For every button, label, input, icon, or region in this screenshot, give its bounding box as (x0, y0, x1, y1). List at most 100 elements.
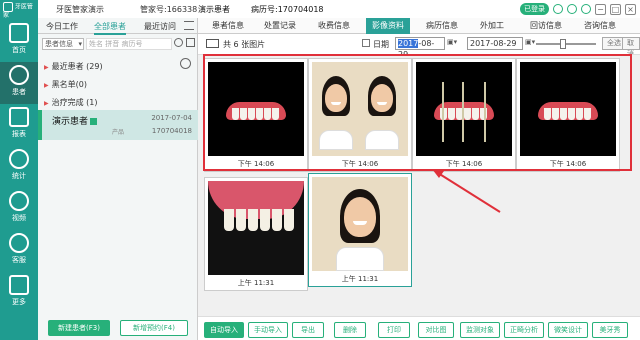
grid-icon (9, 275, 29, 295)
report-icon (9, 107, 29, 127)
date-checkbox-label: 日期 (373, 40, 389, 49)
face-photo (312, 177, 408, 271)
record-number: 病历号:170704018 (251, 5, 324, 14)
nav-service[interactable]: 客服 (0, 230, 38, 272)
search-input[interactable]: 姓名 拼音 病历号 (86, 38, 172, 50)
nav-patients-label: 患者 (12, 88, 26, 96)
filter-icon[interactable] (186, 38, 195, 47)
close-icon[interactable]: × (625, 3, 636, 15)
tab-billing[interactable]: 收费信息 (312, 18, 356, 34)
menu-icon[interactable] (184, 21, 194, 30)
delete-button[interactable]: 删除 (334, 322, 366, 338)
group-recent[interactable]: ▶ 最近患者 (29) (44, 61, 103, 72)
group-completed[interactable]: ▶ 治疗完成 (1) (44, 97, 98, 108)
print-button[interactable]: 打印 (378, 322, 410, 338)
date-to-field[interactable]: 2017-08-29 (467, 37, 523, 50)
tab-followup[interactable]: 回访信息 (524, 18, 568, 34)
nav-patients[interactable]: 患者 (0, 62, 38, 104)
user-icon[interactable] (581, 4, 591, 14)
date-from-year: 2017 (398, 39, 419, 48)
badge-icon (90, 118, 98, 125)
monitor-target-button[interactable]: 监测对象 (460, 322, 500, 338)
tab-treatment[interactable]: 处置记录 (258, 18, 302, 34)
nav-stats-label: 统计 (12, 172, 26, 180)
search-row: 患者信息 姓名 拼音 病历号 (38, 35, 198, 53)
maximize-icon[interactable]: □ (610, 3, 621, 15)
export-button[interactable]: 导出 (292, 322, 324, 338)
patient-name-text: 演示患者 (52, 117, 89, 127)
smile-design-button[interactable]: 微笑设计 (548, 322, 588, 338)
nav-video[interactable]: 视频 (0, 188, 38, 230)
status-pill[interactable]: 已登录 (520, 3, 549, 15)
window-controls: 已登录 − □ × (520, 2, 636, 16)
ortho-analysis-button[interactable]: 正畸分析 (504, 322, 544, 338)
image-toolbar: 共 6 张图片 日期 2017-08-29 ▣▾ 2017-08-29 ▣▾ 全… (198, 34, 640, 59)
tab-today[interactable]: 今日工作 (46, 21, 78, 32)
collapse-arrow-icon: ▶ (44, 82, 49, 89)
patient-card[interactable]: 演示患者 2017-07-04 产品 170704018 (38, 110, 198, 140)
image-count: 共 6 张图片 (223, 40, 266, 49)
record-tabs: 患者信息 处置记录 收费信息 影像资料 病历信息 外加工 回访信息 咨询信息 (198, 18, 640, 34)
notification-icon[interactable] (553, 4, 563, 14)
app-logo: 牙医管家 (3, 2, 37, 19)
auto-import-button[interactable]: 自动导入 (204, 322, 244, 338)
nav-video-label: 视频 (12, 214, 26, 222)
dental-closeup-photo (208, 181, 304, 275)
tab-consult[interactable]: 咨询信息 (578, 18, 622, 34)
collapse-arrow-icon: ▶ (44, 100, 49, 107)
date-from-field[interactable]: 2017-08-29 (395, 37, 445, 59)
tab-records[interactable]: 病历信息 (420, 18, 464, 34)
add-person-icon[interactable] (180, 58, 191, 69)
nav-more-label: 更多 (12, 298, 26, 306)
person-icon (9, 65, 29, 85)
calendar-icon[interactable]: ▣▾ (447, 38, 457, 46)
date-checkbox[interactable] (362, 39, 370, 47)
monitor-icon[interactable] (206, 39, 219, 48)
tab-images[interactable]: 影像资料 (366, 18, 410, 34)
patient-card-sub: 产品 (112, 129, 125, 136)
minimize-icon[interactable]: − (595, 3, 606, 15)
image-caption: 上午 11:31 (341, 275, 379, 283)
image-caption: 上午 11:31 (237, 279, 275, 287)
tab-all-patients[interactable]: 全部患者 (94, 21, 126, 35)
new-appointment-button[interactable]: 新增预约(F4) (120, 320, 188, 336)
patient-panel: 今日工作 全部患者 最近访问 患者信息 姓名 拼音 病历号 ▶最近患者 (29)… (38, 18, 198, 340)
beauty-show-button[interactable]: 美牙秀 (592, 322, 628, 338)
group-blacklist[interactable]: ▶ 黑名单(0) (44, 79, 87, 90)
patient-card-number: 170704018 (151, 127, 192, 135)
logo-mark-icon (3, 2, 13, 12)
stats-icon (9, 149, 29, 169)
patient-card-name: 演示患者 (52, 114, 98, 127)
zoom-slider-track[interactable] (536, 43, 596, 45)
action-bar: 自动导入 手动导入 导出 删除 打印 对比图 监测对象 正畸分析 微笑设计 美牙… (198, 316, 640, 340)
compare-button[interactable]: 对比图 (418, 322, 454, 338)
top-bar: 牙医管家演示 管家号:166338 演示患者 病历号:170704018 已登录… (38, 0, 640, 18)
nav-home[interactable]: 首页 (0, 20, 38, 62)
group-recent-label: 最近患者 (29) (51, 62, 103, 71)
nav-report[interactable]: 报表 (0, 104, 38, 146)
home-icon (9, 23, 29, 43)
message-icon[interactable] (567, 4, 577, 14)
new-patient-button[interactable]: 新建患者(F3) (48, 320, 110, 336)
tab-recent[interactable]: 最近访问 (144, 21, 176, 32)
nav-home-label: 首页 (12, 46, 26, 54)
current-patient-name: 演示患者 (198, 5, 230, 14)
tab-patient-info[interactable]: 患者信息 (206, 18, 250, 34)
group-blacklist-label: 黑名单(0) (51, 80, 87, 89)
app-title: 牙医管家演示 (56, 5, 104, 14)
tab-lab[interactable]: 外加工 (474, 18, 510, 34)
image-card[interactable]: 上午 11:31 (204, 177, 308, 291)
play-icon (9, 191, 29, 211)
image-card-selected[interactable]: 上午 11:31 (308, 173, 412, 287)
patient-card-date: 2017-07-04 (151, 114, 192, 122)
group-completed-label: 治疗完成 (1) (51, 98, 98, 107)
nav-report-label: 报表 (12, 130, 26, 138)
zoom-slider-handle[interactable] (560, 39, 566, 49)
manual-import-button[interactable]: 手动导入 (248, 322, 288, 338)
cancel-button[interactable]: 取消 (622, 37, 640, 58)
calendar-icon[interactable]: ▣▾ (525, 38, 535, 46)
nav-more[interactable]: 更多 (0, 272, 38, 314)
nav-stats[interactable]: 统计 (0, 146, 38, 188)
filter-select[interactable]: 患者信息 (42, 38, 84, 50)
search-icon[interactable] (174, 38, 183, 47)
